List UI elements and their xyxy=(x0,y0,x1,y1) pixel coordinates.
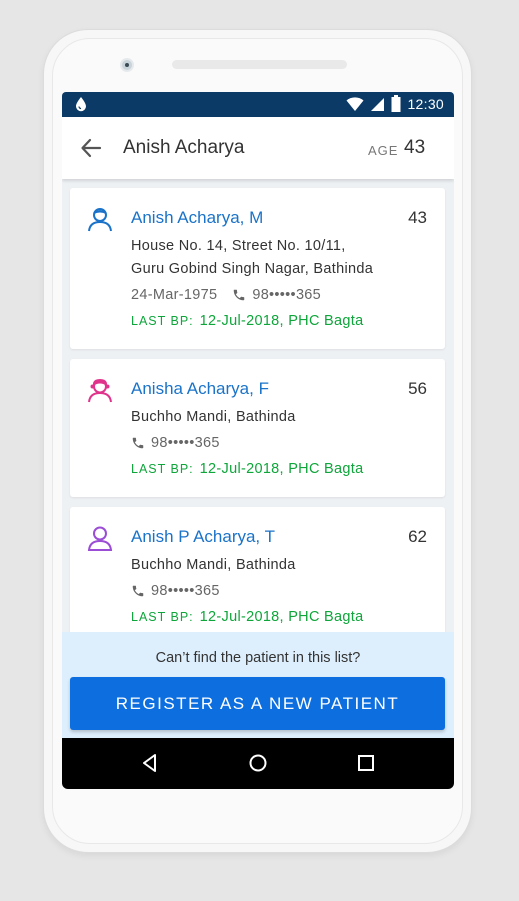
phone-icon xyxy=(234,289,245,301)
wifi-icon xyxy=(346,96,364,111)
nav-recents-icon[interactable] xyxy=(355,752,377,774)
last-bp-label: LAST BP: xyxy=(131,462,194,476)
age-label: AGE xyxy=(368,143,399,158)
back-arrow-icon[interactable] xyxy=(80,137,102,159)
blood-drop-icon xyxy=(76,97,86,112)
patient-phone: 98•••••365 xyxy=(151,435,220,451)
patient-age: 56 xyxy=(408,379,427,398)
last-bp-value: 12-Jul-2018, PHC Bagta xyxy=(199,609,364,625)
patient-phone: 98•••••365 xyxy=(151,583,220,599)
last-bp: LAST BP: 12-Jul-2018, PHC Bagta xyxy=(131,313,363,329)
patient-name[interactable]: Anisha Acharya, F xyxy=(131,379,269,399)
patient-meta: 98•••••365 xyxy=(131,583,220,599)
front-camera xyxy=(120,58,134,72)
signal-icon xyxy=(371,97,385,111)
last-bp-value: 12-Jul-2018, PHC Bagta xyxy=(199,313,364,329)
patient-phone: 98•••••365 xyxy=(252,287,322,303)
nav-back-icon[interactable] xyxy=(139,752,161,774)
phone-icon xyxy=(132,437,144,449)
patient-name[interactable]: Anish P Acharya, T xyxy=(131,527,275,547)
patient-dob: 24-Mar-1975 xyxy=(131,287,218,303)
speaker-grille xyxy=(172,60,347,69)
not-found-prompt: Can’t find the patient in this list? xyxy=(155,650,361,666)
last-bp-label: LAST BP: xyxy=(131,314,194,328)
register-panel: Can’t find the patient in this list? REG… xyxy=(62,632,454,738)
nav-home-icon[interactable] xyxy=(247,752,269,774)
last-bp: LAST BP: 12-Jul-2018, PHC Bagta xyxy=(131,609,363,625)
phone-icon xyxy=(132,585,144,597)
register-new-patient-button[interactable]: REGISTER AS A NEW PATIENT xyxy=(70,677,445,730)
patient-card[interactable]: Anisha Acharya, F 56 Buchho Mandi, Bathi… xyxy=(70,359,445,497)
status-time: 12:30 xyxy=(407,95,444,112)
last-bp: LAST BP: 12-Jul-2018, PHC Bagta xyxy=(131,461,363,477)
patient-address-line2: Guru Gobind Singh Nagar, Bathinda xyxy=(131,261,374,277)
patient-address-line1: Buchho Mandi, Bathinda xyxy=(131,409,296,425)
patient-avatar-icon xyxy=(87,526,113,551)
last-bp-label: LAST BP: xyxy=(131,610,194,624)
patient-meta: 98•••••365 xyxy=(131,435,220,451)
patient-address-line1: Buchho Mandi, Bathinda xyxy=(131,557,296,573)
android-nav-bar xyxy=(62,738,454,789)
patient-card[interactable]: Anish Acharya, M 43 House No. 14, Street… xyxy=(70,188,445,349)
patient-address-line1: House No. 14, Street No. 10/11, xyxy=(131,238,346,254)
patient-age: 62 xyxy=(408,527,427,546)
patient-meta: 24-Mar-1975 98•••••365 xyxy=(131,287,321,303)
patient-name[interactable]: Anish Acharya, M xyxy=(131,208,263,228)
patient-avatar-icon xyxy=(88,379,112,403)
status-icons: 12:30 xyxy=(346,95,444,112)
patient-card[interactable]: Anish P Acharya, T 62 Buchho Mandi, Bath… xyxy=(70,507,445,645)
patient-avatar-icon xyxy=(88,208,112,232)
search-query-title[interactable]: Anish Acharya xyxy=(123,137,244,159)
last-bp-value: 12-Jul-2018, PHC Bagta xyxy=(199,461,364,477)
battery-icon xyxy=(391,95,401,112)
age-value[interactable]: 43 xyxy=(404,137,425,159)
app-screen: 12:30 Anish Acharya AGE 43 Anish Acharya… xyxy=(62,92,454,789)
status-bar: 12:30 xyxy=(62,92,454,117)
patient-age: 43 xyxy=(408,208,427,227)
app-bar: Anish Acharya AGE 43 xyxy=(62,117,454,179)
